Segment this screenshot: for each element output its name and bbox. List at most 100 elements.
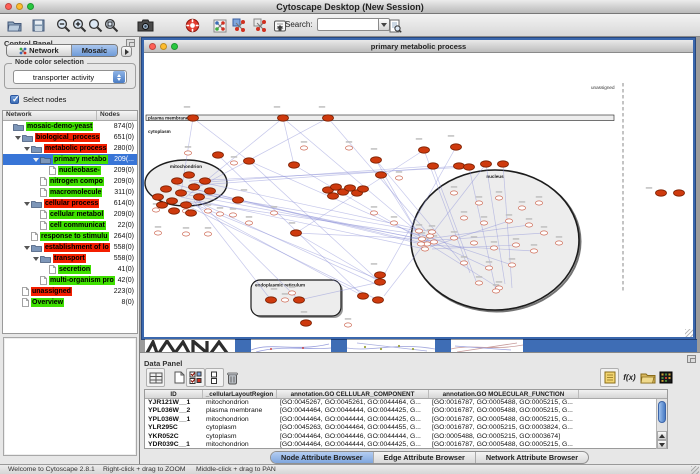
network-node-outline[interactable] xyxy=(430,240,437,244)
network-edge[interactable] xyxy=(186,201,430,236)
birdseye-view-panel[interactable] xyxy=(3,337,137,456)
select-nodes-checkbox[interactable] xyxy=(10,95,19,104)
network-node-outline[interactable] xyxy=(505,219,512,223)
background-window-fragment[interactable] xyxy=(451,339,523,352)
scroll-down-icon[interactable] xyxy=(657,440,667,449)
network-node[interactable] xyxy=(375,272,386,278)
network-node-outline[interactable] xyxy=(460,216,467,220)
network-node[interactable] xyxy=(323,115,334,121)
network-node[interactable] xyxy=(205,188,216,194)
network-node[interactable] xyxy=(674,190,685,196)
import-attributes-icon[interactable] xyxy=(638,368,657,387)
table-options-icon[interactable] xyxy=(146,368,165,387)
network-node-outline[interactable] xyxy=(555,241,562,245)
tree-row[interactable]: mosaic-demo-yeast874(0) xyxy=(3,121,137,132)
network-node-outline[interactable] xyxy=(216,212,223,216)
help-icon[interactable] xyxy=(184,17,201,34)
scroll-up-icon[interactable] xyxy=(657,431,667,440)
network-edge[interactable] xyxy=(199,201,299,300)
table-column-header[interactable]: ID xyxy=(145,390,203,398)
tree-row[interactable]: primary metabo209(... xyxy=(3,154,137,165)
background-window-fragment[interactable] xyxy=(347,339,435,352)
network-node-outline[interactable] xyxy=(182,232,189,236)
network-node-outline[interactable] xyxy=(495,196,502,200)
network-edge[interactable] xyxy=(189,167,469,181)
network-node[interactable] xyxy=(167,198,178,204)
snapshot-icon[interactable] xyxy=(137,17,154,34)
network-node[interactable] xyxy=(172,178,183,184)
network-node-outline[interactable] xyxy=(300,146,307,150)
table-column-header[interactable]: _cellularLayoutRegion xyxy=(203,390,277,398)
table-row[interactable]: YDR039C__1mitochondrion[GO:0044464, GO:0… xyxy=(145,441,667,449)
network-node-outline[interactable] xyxy=(345,146,352,150)
tree-row[interactable]: transport558(0) xyxy=(3,253,137,264)
network-node[interactable] xyxy=(428,163,439,169)
network-node[interactable] xyxy=(358,186,369,192)
disclosure-triangle-icon[interactable] xyxy=(15,136,21,140)
resize-grip-icon[interactable] xyxy=(685,329,693,337)
tree-row[interactable]: nitrogen compo209(0) xyxy=(3,176,137,187)
network-node-outline[interactable] xyxy=(540,231,547,235)
network-node[interactable] xyxy=(291,230,302,236)
network-node-outline[interactable] xyxy=(245,221,252,225)
disclosure-triangle-icon[interactable] xyxy=(24,246,30,250)
network-node[interactable] xyxy=(244,158,255,164)
network-node-outline[interactable] xyxy=(525,223,532,227)
background-window-fragment[interactable] xyxy=(251,339,331,352)
zoom-in-icon[interactable] xyxy=(71,17,88,34)
network-window-titlebar[interactable]: primary metabolic process xyxy=(144,40,693,53)
open-session-icon[interactable] xyxy=(6,17,23,34)
background-window-fragment[interactable] xyxy=(435,339,451,352)
network-node-outline[interactable] xyxy=(535,201,542,205)
network-edge[interactable] xyxy=(181,197,425,249)
network-canvas[interactable]: plasma membrane cytoplasm mitochondrion … xyxy=(144,53,693,337)
disclosure-triangle-icon[interactable] xyxy=(24,147,30,151)
tree-row[interactable]: cell communicat22(0) xyxy=(3,220,137,231)
tab-mosaic[interactable]: Mosaic xyxy=(72,45,117,56)
network-node-outline[interactable] xyxy=(270,211,277,215)
zoom-selected-icon[interactable] xyxy=(87,17,104,34)
network-node-outline[interactable] xyxy=(204,209,211,213)
table-row[interactable]: YLR295Ccytoplasm[GO:0045263, GO:0044464,… xyxy=(145,424,667,432)
network-node[interactable] xyxy=(481,161,492,167)
annotation-network-2-icon[interactable] xyxy=(231,17,248,34)
matrix-icon[interactable] xyxy=(656,368,675,387)
annotation-network-3-icon[interactable] xyxy=(252,17,269,34)
network-node[interactable] xyxy=(464,164,475,170)
tab-edge-attribute-browser[interactable]: Edge Attribute Browser xyxy=(374,452,476,463)
network-edge[interactable] xyxy=(249,161,380,282)
network-node-outline[interactable] xyxy=(281,298,288,302)
network-node-outline[interactable] xyxy=(230,161,237,165)
network-node[interactable] xyxy=(213,152,224,158)
table-row[interactable]: YPL036W__1mitochondrion[GO:0044464, GO:0… xyxy=(145,416,667,424)
network-node[interactable] xyxy=(153,194,164,200)
network-node-outline[interactable] xyxy=(492,289,499,293)
network-node[interactable] xyxy=(233,197,244,203)
tab-node-attribute-browser[interactable]: Node Attribute Browser xyxy=(271,452,374,463)
network-edge[interactable] xyxy=(294,165,427,243)
table-row[interactable]: YJR121W__1mitochondrion[GO:0045267, GO:0… xyxy=(145,399,667,407)
network-node[interactable] xyxy=(266,297,277,303)
background-window-fragment[interactable] xyxy=(145,339,235,352)
background-window-fragment[interactable] xyxy=(331,339,347,352)
tree-row[interactable]: response to stimulu264(0) xyxy=(3,231,137,242)
float-panel-icon[interactable] xyxy=(687,355,696,363)
network-node[interactable] xyxy=(289,162,300,168)
network-node-outline[interactable] xyxy=(512,243,519,247)
network-node[interactable] xyxy=(157,202,168,208)
network-view-window[interactable]: primary metabolic process plasma membran… xyxy=(142,38,695,339)
disclosure-triangle-icon[interactable] xyxy=(33,158,39,162)
network-node-outline[interactable] xyxy=(530,249,537,253)
network-node[interactable] xyxy=(181,202,192,208)
tree-row[interactable]: secretion41(0) xyxy=(3,264,137,275)
resize-grip-icon[interactable] xyxy=(691,466,699,474)
network-node-outline[interactable] xyxy=(426,234,433,238)
network-node[interactable] xyxy=(375,279,386,285)
network-node[interactable] xyxy=(184,172,195,178)
tree-row[interactable]: nucleobase-209(0) xyxy=(3,165,137,176)
plasma-membrane-region[interactable] xyxy=(146,115,614,121)
tab-network[interactable]: Network xyxy=(7,45,72,56)
network-node[interactable] xyxy=(454,163,465,169)
network-node-outline[interactable] xyxy=(450,191,457,195)
annotation-network-1-icon[interactable] xyxy=(211,17,228,34)
